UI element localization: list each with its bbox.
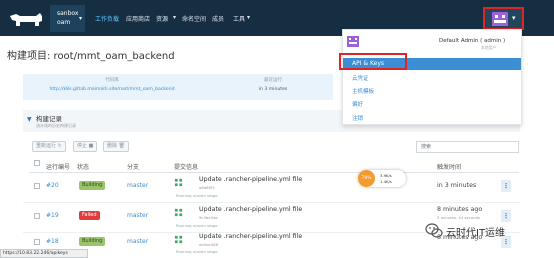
user-dropdown-menu: Default Admin ( admin ) 本地用户 API & Keys … bbox=[342, 29, 522, 125]
network-speed-widget[interactable]: 78% 3.9K/s 1.4K/s bbox=[358, 170, 406, 187]
select-all-checkbox[interactable] bbox=[34, 160, 40, 166]
delete-button[interactable]: 删除 🗑 bbox=[103, 141, 129, 152]
api-keys-highlight bbox=[339, 53, 407, 70]
table-row[interactable]: #20 Building master Update .rancher-pipe… bbox=[23, 173, 520, 203]
branch-link[interactable]: master bbox=[127, 182, 148, 189]
run-number-link[interactable]: #19 bbox=[46, 212, 59, 219]
nav-workloads[interactable]: 工作负载 bbox=[95, 14, 119, 23]
user-display-name: Default Admin ( admin ) bbox=[439, 38, 506, 44]
run-number-link[interactable]: #20 bbox=[46, 182, 59, 189]
column-status[interactable]: 状态 bbox=[77, 162, 89, 171]
progress-percent: 78% bbox=[358, 170, 375, 187]
user-role: 本地用户 bbox=[481, 45, 497, 50]
trash-icon: 🗑 bbox=[118, 143, 125, 149]
row-actions-button[interactable]: ⋮ bbox=[501, 180, 511, 192]
repo-label: 代码库 bbox=[105, 78, 119, 83]
watermark-text: 云时代IT运维 bbox=[446, 228, 506, 239]
status-badge: Failed bbox=[79, 211, 100, 220]
repo-info: 代码库 http://k8s.gitlab.maimaiti.site/root… bbox=[37, 77, 187, 92]
wechat-icon bbox=[425, 223, 443, 238]
branch-link[interactable]: master bbox=[127, 212, 148, 219]
search-input[interactable] bbox=[416, 141, 519, 153]
trigger-time: in 3 minutes bbox=[437, 182, 477, 189]
trigger-time: 8 minutes ago bbox=[437, 206, 483, 213]
stop-icon: ■ bbox=[88, 143, 94, 149]
stage-status: Running maven stage bbox=[176, 249, 218, 254]
stage-status: Running maven stage bbox=[176, 193, 218, 198]
download-speed: 1.4K/s bbox=[380, 179, 392, 184]
nav-resources-caret[interactable]: ▾ bbox=[173, 14, 176, 21]
chevron-down-icon: ▾ bbox=[512, 14, 516, 22]
collapse-caret-icon[interactable]: ▼ bbox=[27, 116, 32, 123]
upload-speed: 3.9K/s bbox=[380, 173, 392, 178]
commit-sha-link[interactable]: a8d8f55 bbox=[199, 185, 215, 190]
rerun-label: 重新运行 bbox=[36, 143, 57, 149]
status-badge: Building bbox=[79, 237, 106, 246]
commit-message: Update .rancher-pipeline.yml file bbox=[199, 176, 303, 183]
commit-sha-link[interactable]: ae0ee468 bbox=[199, 242, 218, 247]
last-run-info: 最近运行 in 3 minutes bbox=[223, 77, 323, 92]
menu-item-cloud-credentials[interactable]: 云凭证 bbox=[352, 74, 369, 82]
row-actions-button[interactable]: ⋮ bbox=[501, 210, 511, 222]
stop-label: 停止 bbox=[77, 143, 88, 149]
menu-item-preferences[interactable]: 偏好 bbox=[352, 100, 363, 108]
build-history-subtitle: 流水线的历史构建记录 bbox=[36, 123, 76, 128]
nav-members[interactable]: 成员 bbox=[212, 14, 224, 23]
rerun-button[interactable]: 重新运行 ↻ bbox=[32, 141, 66, 152]
last-run-value: in 3 minutes bbox=[258, 87, 288, 92]
user-avatar-button[interactable]: ▾ bbox=[483, 7, 524, 30]
stop-button[interactable]: 停止 ■ bbox=[73, 141, 98, 152]
row-checkbox[interactable] bbox=[34, 213, 40, 219]
environment-switcher[interactable]: sanbox oam ▾ bbox=[50, 5, 85, 32]
nav-resources[interactable]: 资源 bbox=[156, 14, 168, 23]
commit-sha-link[interactable]: 9c3be3ee bbox=[199, 215, 218, 220]
commit-message: Update .rancher-pipeline.yml file bbox=[199, 233, 303, 240]
build-history-title: 构建记录 bbox=[36, 115, 62, 123]
pipeline-info-strip: 代码库 http://k8s.gitlab.maimaiti.site/root… bbox=[23, 74, 333, 100]
pipeline-stage-icon bbox=[174, 208, 183, 217]
column-run-number[interactable]: 运行编号 bbox=[46, 162, 70, 171]
pipeline-stage-icon bbox=[174, 178, 183, 187]
menu-item-logout[interactable]: 注销 bbox=[352, 114, 363, 122]
refresh-icon: ↻ bbox=[57, 143, 62, 149]
pipeline-stage-icon bbox=[174, 235, 183, 244]
nav-app-store[interactable]: 应用商店 bbox=[126, 14, 150, 23]
run-number-link[interactable]: #18 bbox=[46, 238, 59, 245]
column-branch[interactable]: 分支 bbox=[127, 162, 139, 171]
last-run-label: 最近运行 bbox=[264, 78, 282, 83]
column-commit[interactable]: 提交信息 bbox=[174, 162, 198, 171]
avatar-icon bbox=[347, 36, 359, 47]
browser-status-url: https://10.83.22.246/apikeys bbox=[0, 249, 88, 258]
row-checkbox[interactable] bbox=[34, 183, 40, 189]
nav-tools-caret[interactable]: ▾ bbox=[247, 14, 250, 21]
status-badge: Building bbox=[79, 181, 106, 190]
page-title: 构建项目: root/mmt_oam_backend bbox=[7, 51, 175, 62]
stage-status: Running maven stage bbox=[176, 223, 218, 228]
delete-label: 删除 bbox=[107, 143, 118, 149]
repo-link[interactable]: http://k8s.gitlab.maimaiti.site/root/mmt… bbox=[37, 87, 187, 92]
branch-link[interactable]: master bbox=[127, 238, 148, 245]
chevron-down-icon: ▾ bbox=[78, 15, 82, 22]
duration: 3 minutes, 44 seconds bbox=[437, 215, 480, 220]
nav-namespaces[interactable]: 命名空间 bbox=[182, 14, 206, 23]
row-checkbox[interactable] bbox=[34, 239, 40, 245]
menu-item-node-templates[interactable]: 主机模板 bbox=[352, 87, 374, 95]
commit-message: Update .rancher-pipeline.yml file bbox=[199, 206, 303, 213]
nav-tools[interactable]: 工具 bbox=[233, 14, 245, 23]
rancher-logo[interactable] bbox=[6, 10, 46, 28]
column-trigger-time[interactable]: 触发时间 bbox=[437, 162, 461, 171]
avatar-icon bbox=[492, 12, 508, 26]
